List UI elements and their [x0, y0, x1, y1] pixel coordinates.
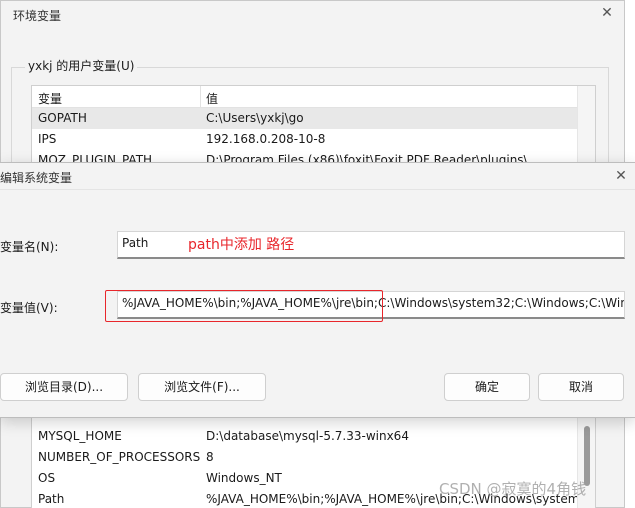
variable-name-label: 变量名(N):: [0, 240, 59, 254]
var-value: 8: [206, 450, 214, 464]
var-name: IPS: [38, 132, 57, 146]
var-name: Path: [38, 492, 65, 506]
user-table-scrollbar[interactable]: [577, 86, 595, 164]
user-vars-label: yxkj 的用户变量(U): [25, 57, 138, 74]
title-divider: [0, 189, 635, 190]
table-row[interactable]: GOPATH C:\Users\yxkj\go: [32, 108, 595, 129]
cancel-button[interactable]: 取消: [538, 373, 624, 401]
browse-file-button[interactable]: 浏览文件(F)...: [138, 373, 266, 401]
scrollbar-thumb[interactable]: [584, 426, 590, 486]
var-name: OS: [38, 471, 56, 485]
watermark: CSDN @寂寞的4角钱: [439, 480, 587, 498]
ok-button[interactable]: 确定: [444, 373, 530, 401]
var-name: GOPATH: [38, 111, 87, 125]
var-value: D:\database\mysql-5.7.33-winx64: [206, 429, 409, 443]
edit-system-variable-dialog: 编辑系统变量 ✕ 变量名(N): Path path中添加 路径 变量值(V):…: [0, 162, 635, 418]
column-divider[interactable]: [200, 86, 201, 108]
var-value: 192.168.0.208-10-8: [206, 132, 326, 146]
var-value: C:\Users\yxkj\go: [206, 111, 304, 125]
table-row[interactable]: MYSQL_HOME D:\database\mysql-5.7.33-winx…: [32, 426, 579, 447]
table-row[interactable]: IPS 192.168.0.208-10-8: [32, 129, 595, 150]
close-icon[interactable]: ✕: [612, 167, 630, 185]
table-header: 变量 值: [32, 86, 595, 108]
variable-value-label: 变量值(V):: [0, 301, 58, 315]
browse-directory-button[interactable]: 浏览目录(D)...: [0, 373, 128, 401]
user-vars-table[interactable]: 变量 值 GOPATH C:\Users\yxkj\go IPS 192.168…: [31, 85, 596, 165]
column-header-value[interactable]: 值: [206, 90, 218, 107]
table-row[interactable]: NUMBER_OF_PROCESSORS 8: [32, 447, 579, 468]
column-header-name[interactable]: 变量: [38, 90, 62, 107]
var-name: NUMBER_OF_PROCESSORS: [38, 450, 201, 464]
annotation-highlight-box: [105, 290, 383, 322]
annotation-text: path中添加 路径: [188, 237, 295, 253]
env-close-icon[interactable]: ✕: [599, 5, 615, 21]
env-dialog-title: 环境变量: [13, 9, 62, 23]
edit-dialog-title: 编辑系统变量: [0, 171, 73, 185]
var-value: Windows_NT: [206, 471, 282, 485]
var-name: MYSQL_HOME: [38, 429, 122, 443]
